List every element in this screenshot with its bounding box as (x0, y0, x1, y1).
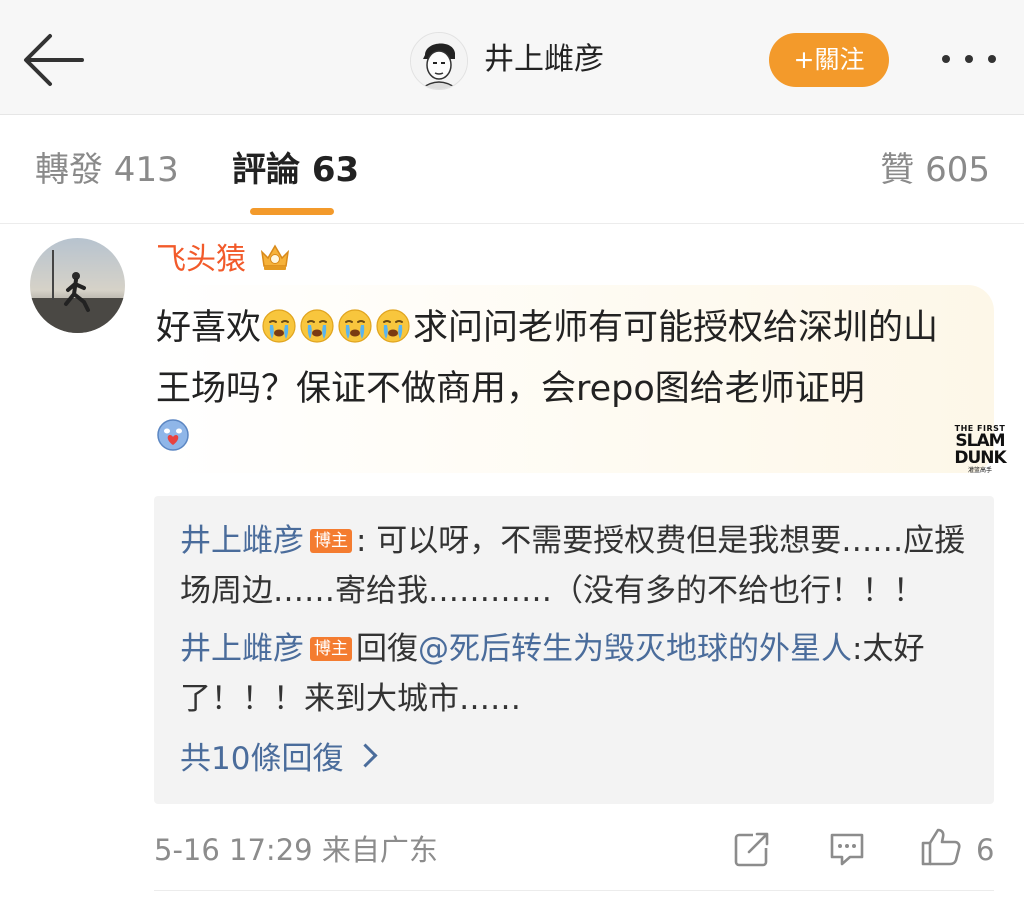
view-all-replies-label: 共10條回復 (180, 741, 344, 777)
more-button[interactable] (934, 44, 1004, 74)
thumbs-up-icon[interactable] (920, 826, 962, 868)
reply-item[interactable]: 井上雌彦 博主 回復@死后转生为毁灭地球的外星人:太好了！！！来到大城市…… (180, 624, 976, 724)
commenter-avatar[interactable] (30, 238, 125, 333)
crying-face-icon (338, 309, 372, 343)
back-button[interactable] (18, 30, 90, 90)
author-name[interactable]: 井上雌彦 (484, 40, 604, 80)
blogger-badge: 博主 (310, 637, 352, 661)
blue-heart-face-icon (156, 418, 190, 452)
slam-dunk-logo: THE FIRST SLAM DUNK 灌篮高手 (954, 424, 1006, 474)
replies-box[interactable]: 井上雌彦 博主: 可以呀，不需要授权费但是我想要……应援场周边……寄给我…………（… (154, 496, 994, 804)
commenter-name[interactable]: 飞头猿 (156, 240, 246, 280)
reply-author[interactable]: 井上雌彦 (180, 523, 304, 559)
view-all-replies-link[interactable]: 共10條回復 (180, 734, 378, 784)
emoji-row (261, 308, 413, 348)
share-icon[interactable] (733, 830, 771, 868)
like-count: 6 (976, 833, 995, 867)
tab-bar: 轉發 413 評論 63 贊 605 (0, 115, 1024, 224)
comment-meta: 5-16 17:29 来自广东 (154, 828, 438, 872)
reply-author[interactable]: 井上雌彦 (180, 631, 304, 667)
crying-face-icon (300, 309, 334, 343)
tab-reposts[interactable]: 轉發 413 (35, 147, 179, 193)
divider (154, 890, 994, 891)
mention-link[interactable]: @死后转生为毁灭地球的外星人 (418, 631, 852, 667)
reply-item[interactable]: 井上雌彦 博主: 可以呀，不需要授权费但是我想要……应援场周边……寄给我…………（… (180, 516, 976, 616)
reply-prefix: 回復 (356, 631, 418, 667)
chevron-right-icon (353, 743, 378, 768)
comment-text: 好喜欢 求问问老师有可能授权给深圳的山王场吗？保证不做商用，会repo图给老师证明 (156, 298, 956, 420)
crying-face-icon (262, 309, 296, 343)
active-tab-indicator (250, 208, 334, 215)
avatar-sketch-icon (411, 33, 467, 89)
arrow-left-icon (24, 34, 84, 86)
comment-timestamp: 5-16 17:29 (154, 833, 313, 867)
comment-icon[interactable] (828, 830, 866, 868)
runner-photo-icon (30, 238, 125, 333)
follow-button[interactable]: +關注 (769, 33, 889, 87)
blogger-badge: 博主 (310, 529, 352, 553)
comment-text-start: 好喜欢 (156, 308, 262, 348)
comment-location: 来自广东 (321, 833, 438, 867)
crown-badge-icon (258, 240, 292, 274)
author-avatar[interactable] (410, 32, 468, 90)
tab-likes[interactable]: 贊 605 (880, 147, 990, 193)
crying-face-icon (376, 309, 410, 343)
tab-comments[interactable]: 評論 63 (232, 147, 359, 193)
